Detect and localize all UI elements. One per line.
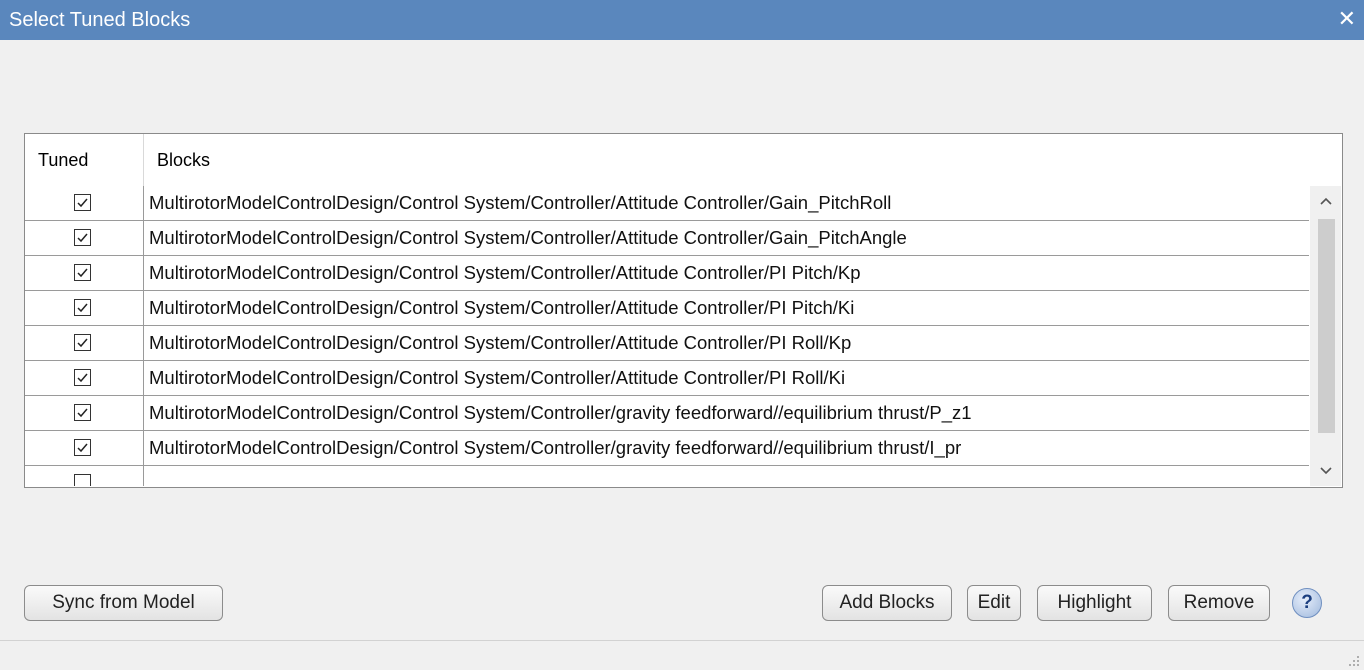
table-row[interactable]: MultirotorModelControlDesign/Control Sys… — [25, 186, 1309, 221]
table-row[interactable]: MultirotorModelControlDesign/Control Sys… — [25, 256, 1309, 291]
tuned-checkbox[interactable] — [74, 264, 91, 281]
tuned-checkbox[interactable] — [74, 334, 91, 351]
tuned-cell — [25, 396, 144, 430]
table-body: MultirotorModelControlDesign/Control Sys… — [25, 186, 1309, 486]
scrollbar-thumb[interactable] — [1318, 219, 1335, 433]
help-icon[interactable]: ? — [1292, 588, 1322, 618]
table-row[interactable]: MultirotorModelControlDesign/Control Sys… — [25, 326, 1309, 361]
table-row[interactable]: MultirotorModelControlDesign/Control Sys… — [25, 361, 1309, 396]
window-title: Select Tuned Blocks — [9, 9, 191, 31]
sync-from-model-button[interactable]: Sync from Model — [24, 585, 223, 621]
check-icon — [77, 443, 88, 453]
tuned-cell — [25, 186, 144, 220]
table-header: Tuned Blocks — [25, 134, 1309, 186]
tuned-checkbox[interactable] — [74, 229, 91, 246]
tuned-blocks-table: Tuned Blocks MultirotorModelControlDesig… — [24, 133, 1343, 488]
column-header-tuned[interactable]: Tuned — [25, 134, 144, 186]
tuned-checkbox[interactable] — [74, 474, 91, 486]
check-icon — [77, 408, 88, 418]
remove-button[interactable]: Remove — [1168, 585, 1270, 621]
column-header-blocks[interactable]: Blocks — [144, 134, 1309, 186]
tuned-checkbox[interactable] — [74, 404, 91, 421]
block-path-cell: MultirotorModelControlDesign/Control Sys… — [149, 437, 962, 458]
block-path-cell: MultirotorModelControlDesign/Control Sys… — [149, 332, 852, 353]
block-path-cell: MultirotorModelControlDesign/Control Sys… — [149, 262, 861, 283]
tuned-checkbox[interactable] — [74, 299, 91, 316]
table-row[interactable]: MultirotorModelControlDesign/Control Sys… — [25, 291, 1309, 326]
table-row[interactable]: MultirotorModelControlDesign/Control Sys… — [25, 431, 1309, 466]
highlight-button[interactable]: Highlight — [1037, 585, 1152, 621]
status-bar — [0, 640, 1364, 670]
add-blocks-button[interactable]: Add Blocks — [822, 585, 952, 621]
tuned-cell — [25, 256, 144, 290]
block-path-cell: MultirotorModelControlDesign/Control Sys… — [149, 297, 855, 318]
check-icon — [77, 198, 88, 208]
table-row[interactable]: MultirotorModelControlDesign/Control Sys… — [25, 396, 1309, 431]
tuned-checkbox[interactable] — [74, 194, 91, 211]
edit-button[interactable]: Edit — [967, 585, 1021, 621]
tuned-cell — [25, 221, 144, 255]
tuned-cell — [25, 466, 144, 486]
vertical-scrollbar[interactable] — [1310, 186, 1341, 486]
table-row[interactable]: MultirotorModelControlDesign/Control Sys… — [25, 221, 1309, 256]
chevron-up-icon[interactable] — [1310, 186, 1341, 216]
table-row-partial[interactable] — [25, 466, 1309, 486]
block-path-cell: MultirotorModelControlDesign/Control Sys… — [149, 367, 846, 388]
check-icon — [77, 373, 88, 383]
tuned-cell — [25, 361, 144, 395]
check-icon — [77, 268, 88, 278]
check-icon — [77, 338, 88, 348]
tuned-cell — [25, 326, 144, 360]
check-icon — [77, 233, 88, 243]
close-icon[interactable]: ✕ — [1338, 8, 1356, 30]
block-path-cell: MultirotorModelControlDesign/Control Sys… — [149, 192, 892, 213]
check-icon — [77, 303, 88, 313]
tuned-cell — [25, 291, 144, 325]
tuned-checkbox[interactable] — [74, 369, 91, 386]
tuned-cell — [25, 431, 144, 465]
block-path-cell: MultirotorModelControlDesign/Control Sys… — [149, 402, 972, 423]
tuned-checkbox[interactable] — [74, 439, 91, 456]
resize-grip-icon[interactable] — [1346, 653, 1360, 667]
block-path-cell: MultirotorModelControlDesign/Control Sys… — [149, 227, 907, 248]
title-bar: Select Tuned Blocks ✕ — [0, 0, 1364, 40]
chevron-down-icon[interactable] — [1310, 456, 1341, 486]
